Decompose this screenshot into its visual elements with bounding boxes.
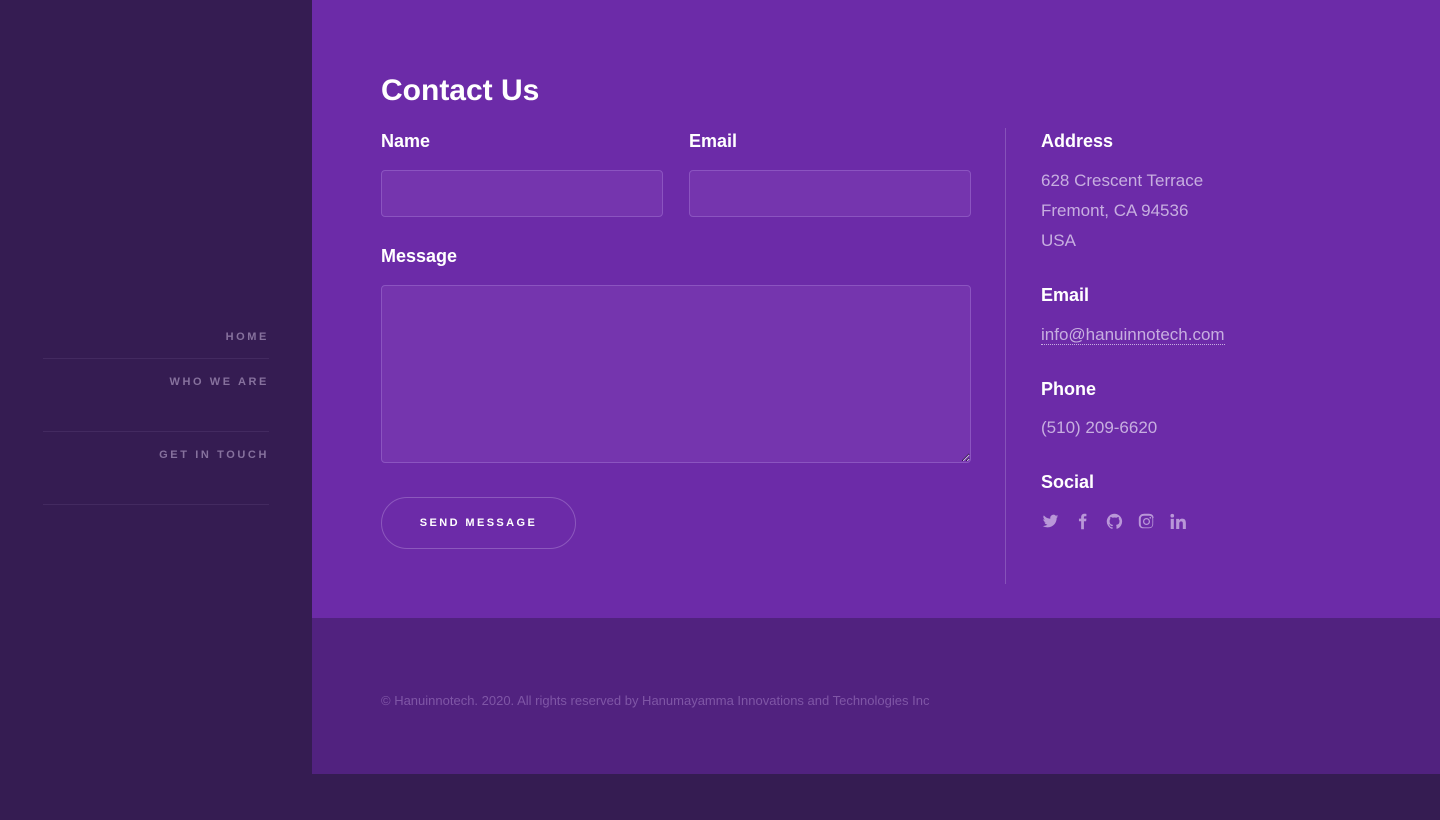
page-title: Contact Us [381,74,540,107]
nav-item-home[interactable]: HOME [43,313,269,359]
address-line-1: 628 Crescent Terrace [1041,171,1204,190]
github-icon[interactable] [1105,512,1123,530]
address-line-2: Fremont, CA 94536 [1041,201,1189,220]
linkedin-icon[interactable] [1169,512,1187,530]
footer: © Hanuinnotech. 2020. All rights reserve… [312,618,1440,774]
message-textarea[interactable] [381,285,971,463]
nav-item-who-we-are[interactable]: WHO WE ARE [43,359,269,432]
facebook-icon[interactable] [1073,512,1091,530]
instagram-icon[interactable] [1137,512,1155,530]
name-label: Name [381,131,431,151]
email-label: Email [689,131,738,151]
address-heading: Address [1041,131,1114,151]
contact-section: Contact Us Name Email Message SEND MESSA… [312,0,1440,618]
sidebar-nav: HOME WHO WE ARE GET IN TOUCH [43,313,269,505]
name-input[interactable] [381,170,663,217]
column-divider [1005,128,1006,584]
email-heading: Email [1041,285,1090,305]
social-links [1041,512,1187,530]
phone-text: (510) 209-6620 [1041,418,1158,437]
address-line-3: USA [1041,231,1076,250]
social-heading: Social [1041,472,1095,492]
email-text: info@hanuinnotech.com [1041,320,1225,350]
send-message-button[interactable]: SEND MESSAGE [381,497,576,549]
phone-heading: Phone [1041,379,1097,399]
email-input[interactable] [689,170,971,217]
message-label: Message [381,246,458,266]
email-link[interactable]: info@hanuinnotech.com [1041,325,1225,345]
nav-item-get-in-touch[interactable]: GET IN TOUCH [43,432,269,505]
twitter-icon[interactable] [1041,512,1059,530]
address-block: 628 Crescent Terrace Fremont, CA 94536 U… [1041,166,1203,256]
sidebar: HOME WHO WE ARE GET IN TOUCH [0,0,312,820]
copyright-text: © Hanuinnotech. 2020. All rights reserve… [381,693,930,708]
